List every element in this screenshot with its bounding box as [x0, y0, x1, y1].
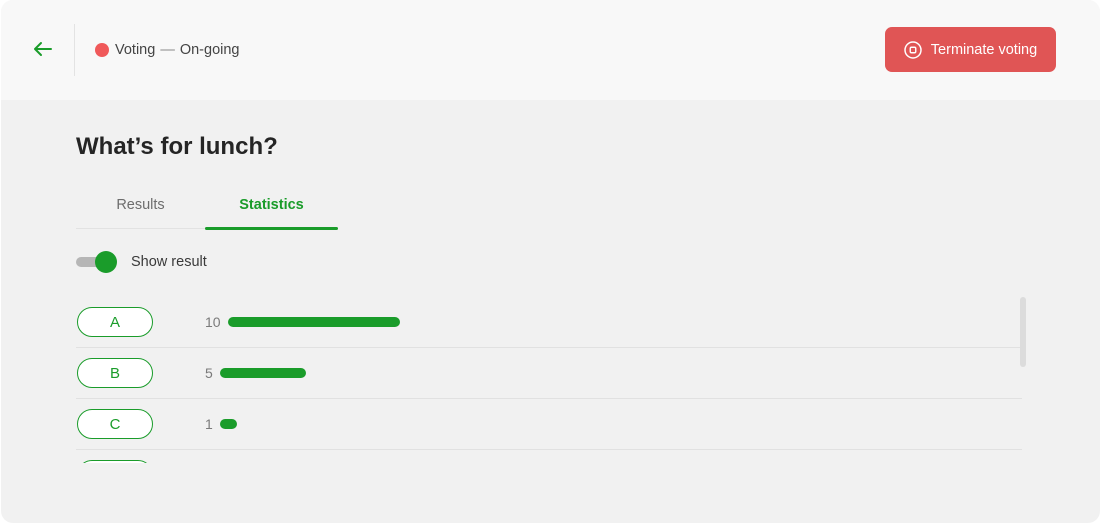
option-chip[interactable]: A	[77, 307, 153, 337]
option-count: 10	[205, 314, 221, 330]
option-vote-bar	[220, 368, 306, 378]
tab-statistics[interactable]: Statistics	[205, 185, 338, 225]
status-label: Voting	[115, 42, 156, 58]
show-result-toggle[interactable]	[76, 251, 117, 273]
status-separator: —	[160, 42, 175, 58]
option-count: 5	[205, 365, 213, 381]
option-list-scrollbar[interactable]	[1020, 297, 1026, 367]
show-result-label: Show result	[131, 254, 207, 270]
option-vote-bar	[228, 317, 400, 327]
option-chip[interactable]	[77, 460, 153, 463]
voting-window: Voting — On-going Terminate voting What’…	[1, 0, 1100, 523]
terminate-voting-label: Terminate voting	[930, 41, 1038, 58]
option-row: C 1	[76, 399, 1022, 450]
header-divider	[74, 24, 75, 76]
status-value: On-going	[179, 42, 240, 58]
option-vote-bar	[220, 419, 237, 429]
poll-title: What’s for lunch?	[76, 133, 278, 160]
tab-bar: Results Statistics	[76, 185, 338, 230]
status-dot-icon	[95, 43, 109, 57]
option-row: A 10	[76, 297, 1022, 348]
terminate-voting-button[interactable]: Terminate voting	[885, 27, 1056, 72]
voting-status: Voting — On-going	[95, 41, 239, 59]
option-row-partial	[76, 450, 1022, 463]
show-result-toggle-row: Show result	[76, 251, 207, 273]
option-count: 1	[205, 416, 213, 432]
back-button[interactable]	[31, 37, 55, 61]
tab-results[interactable]: Results	[76, 185, 205, 225]
option-list: A 10 B 5 C 1	[76, 297, 1022, 463]
header-bar: Voting — On-going Terminate voting	[1, 0, 1100, 100]
stop-circle-icon	[904, 40, 922, 59]
toggle-knob	[95, 251, 117, 273]
arrow-left-icon	[34, 42, 52, 56]
option-chip[interactable]: C	[77, 409, 153, 439]
option-chip[interactable]: B	[77, 358, 153, 388]
active-tab-indicator	[205, 227, 338, 230]
option-row: B 5	[76, 348, 1022, 399]
